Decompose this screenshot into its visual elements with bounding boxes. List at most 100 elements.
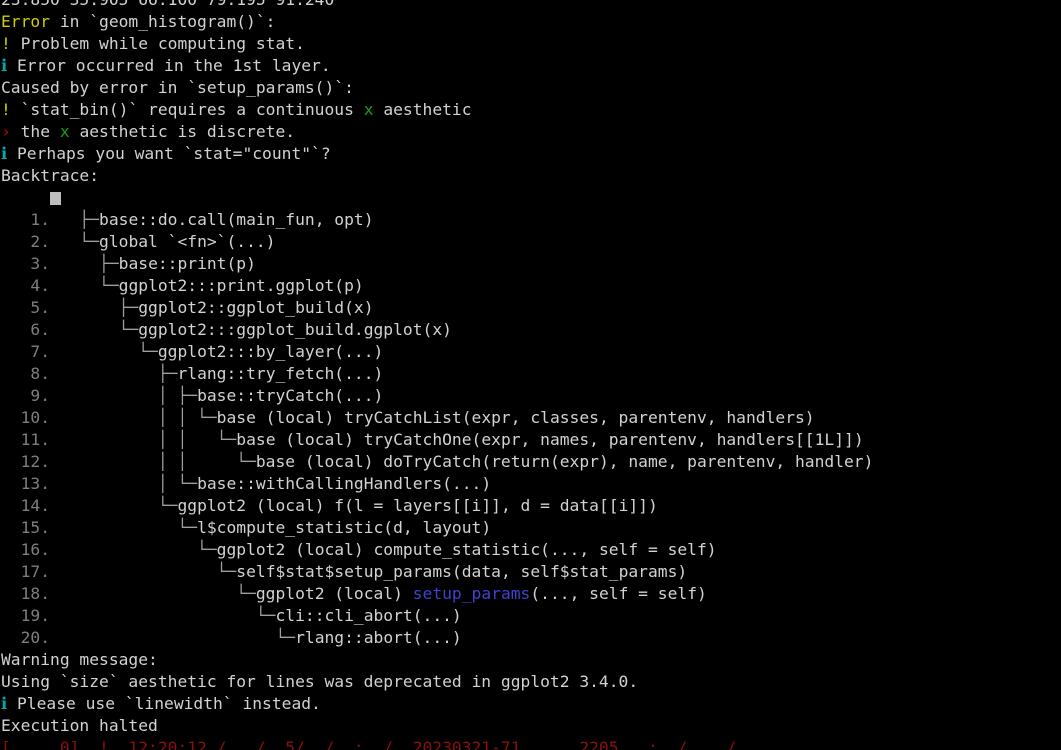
backtrace-frame: 6. └─ggplot2:::ggplot_build.ggplot(x) bbox=[0, 319, 1061, 341]
backtrace-frame-number: 3. bbox=[1, 254, 60, 273]
backtrace-frame-number: 14. bbox=[1, 496, 60, 515]
terminal-cursor bbox=[50, 192, 62, 205]
backtrace-tree-glyph: │ │ └─ bbox=[59, 452, 256, 471]
backtrace-frame: 19. └─cli::cli_abort(...) bbox=[0, 605, 1061, 627]
backtrace-frame: 2. └─global `<fn>`(...) bbox=[0, 231, 1061, 253]
execution-halted-text: Execution halted bbox=[1, 716, 158, 735]
backtrace-highlight-token: setup_params bbox=[412, 584, 531, 603]
backtrace-frame: 14. └─ggplot2 (local) f(l = layers[[i]],… bbox=[0, 495, 1061, 517]
backtrace-frame: 7. └─ggplot2:::by_layer(...) bbox=[0, 341, 1061, 363]
warning-bang-icon: ! bbox=[1, 34, 11, 53]
info-row-2: ℹ Perhaps you want `stat="count"`? bbox=[0, 143, 1061, 165]
backtrace-frame-number: 1. bbox=[1, 210, 60, 229]
backtrace-tree-glyph: │ └─ bbox=[59, 474, 198, 493]
warning-header-row: Warning message: bbox=[0, 649, 1061, 671]
aesthetic-x-token: x bbox=[363, 100, 374, 119]
backtrace-tree-glyph: └─ bbox=[59, 606, 276, 625]
backtrace-frame: 16. └─ggplot2 (local) compute_statistic(… bbox=[0, 539, 1061, 561]
backtrace-frame-number: 15. bbox=[1, 518, 60, 537]
backtrace-frame-number: 12. bbox=[1, 452, 60, 471]
backtrace-frame: 15. └─l$compute_statistic(d, layout) bbox=[0, 517, 1061, 539]
discrete-post: aesthetic is discrete. bbox=[69, 122, 296, 141]
backtrace-frame: 13. │ └─base::withCallingHandlers(...) bbox=[0, 473, 1061, 495]
backtrace-frame-number: 7. bbox=[1, 342, 60, 361]
backtrace-frame-text: ggplot2 (local) f(l = layers[[i]], d = d… bbox=[177, 496, 658, 515]
error-header-row: Error in `geom_histogram()`: bbox=[0, 11, 1061, 33]
backtrace-frame-number: 19. bbox=[1, 606, 60, 625]
terminal-screen: 23.850 35.905 66.100 79.195 91.240 Error… bbox=[0, 0, 1061, 750]
cursor-row bbox=[0, 187, 1061, 209]
backtrace-tree-glyph: │ │ └─ bbox=[59, 430, 237, 449]
backtrace-frame: 20. └─rlang::abort(...) bbox=[0, 627, 1061, 649]
backtrace-tree-glyph: │ │ └─ bbox=[59, 408, 217, 427]
discrete-pre: the bbox=[10, 122, 60, 141]
stat-bin-pre: `stat_bin()` requires a continuous bbox=[10, 100, 364, 119]
warning-bang-icon: ! bbox=[1, 100, 11, 119]
backtrace-frame-text: rlang::abort(...) bbox=[295, 628, 462, 647]
problem-text: Problem while computing stat. bbox=[10, 34, 305, 53]
log-tail-text: [ 0] ! 12:20:12 / / 5/ / : / 20230321-71… bbox=[1, 738, 737, 750]
backtrace-frame-text: ggplot2 (local) bbox=[255, 584, 413, 603]
backtrace-frame-text: base::print(p) bbox=[118, 254, 256, 273]
data-values-row: 23.850 35.905 66.100 79.195 91.240 bbox=[0, 0, 1061, 11]
backtrace-tree-glyph: ├─ bbox=[59, 210, 100, 229]
backtrace-frame-text: (..., self = self) bbox=[530, 584, 707, 603]
caused-by-row: Caused by error in `setup_params()`: bbox=[0, 77, 1061, 99]
backtrace-frame-number: 9. bbox=[1, 386, 60, 405]
backtrace-frame: 3. ├─base::print(p) bbox=[0, 253, 1061, 275]
backtrace-tree-glyph: └─ bbox=[59, 320, 139, 339]
warning-body-text: Using `size` aesthetic for lines was dep… bbox=[1, 672, 639, 691]
backtrace-frame-text: ggplot2:::by_layer(...) bbox=[157, 342, 384, 361]
stat-bin-post: aesthetic bbox=[373, 100, 472, 119]
backtrace-tree-glyph: └─ bbox=[59, 342, 158, 361]
stat-bin-row: ! `stat_bin()` requires a continuous x a… bbox=[0, 99, 1061, 121]
warning-header-text: Warning message: bbox=[1, 650, 158, 669]
backtrace-frame-text: base::withCallingHandlers(...) bbox=[197, 474, 492, 493]
backtrace-frame-text: ggplot2 (local) compute_statistic(..., s… bbox=[216, 540, 717, 559]
warning-info-text: Please use `linewidth` instead. bbox=[7, 694, 321, 713]
backtrace-frame-text: ggplot2:::print.ggplot(p) bbox=[118, 276, 364, 295]
backtrace-tree-glyph: ├─ bbox=[59, 254, 119, 273]
backtrace-tree-glyph: └─ bbox=[59, 540, 217, 559]
backtrace-frame-text: l$compute_statistic(d, layout) bbox=[197, 518, 492, 537]
backtrace-frame-number: 11. bbox=[1, 430, 60, 449]
backtrace-tree-glyph: └─ bbox=[59, 496, 178, 515]
backtrace-frame-text: base::do.call(main_fun, opt) bbox=[99, 210, 374, 229]
backtrace-frame: 4. └─ggplot2:::print.ggplot(p) bbox=[0, 275, 1061, 297]
discrete-row: › the x aesthetic is discrete. bbox=[0, 121, 1061, 143]
backtrace-frame: 1. ├─base::do.call(main_fun, opt) bbox=[0, 209, 1061, 231]
backtrace-tree-glyph: └─ bbox=[59, 518, 198, 537]
backtrace-label: Backtrace: bbox=[1, 166, 100, 185]
backtrace-frame-text: base (local) doTryCatch(return(expr), na… bbox=[255, 452, 874, 471]
backtrace-tree-glyph: └─ bbox=[59, 562, 237, 581]
warning-info-row: ℹ Please use `linewidth` instead. bbox=[0, 693, 1061, 715]
backtrace-frame-number: 2. bbox=[1, 232, 60, 251]
backtrace-frame-number: 4. bbox=[1, 276, 60, 295]
backtrace-frame: 12. │ │ └─base (local) doTryCatch(return… bbox=[0, 451, 1061, 473]
backtrace-frame-number: 10. bbox=[1, 408, 60, 427]
backtrace-frame-text: global `<fn>`(...) bbox=[99, 232, 276, 251]
log-tail-row: [ 0] ! 12:20:12 / / 5/ / : / 20230321-71… bbox=[0, 737, 1061, 750]
cursor-leading-space bbox=[1, 188, 50, 207]
warning-body-row: Using `size` aesthetic for lines was dep… bbox=[0, 671, 1061, 693]
backtrace-tree-glyph: ├─ bbox=[59, 298, 139, 317]
info-row-1: ℹ Error occurred in the 1st layer. bbox=[0, 55, 1061, 77]
backtrace-frame: 17. └─self$stat$setup_params(data, self$… bbox=[0, 561, 1061, 583]
backtrace-frame: 5. ├─ggplot2::ggplot_build(x) bbox=[0, 297, 1061, 319]
backtrace-tree-glyph: └─ bbox=[59, 584, 256, 603]
backtrace-frame-number: 13. bbox=[1, 474, 60, 493]
backtrace-tree-glyph: └─ bbox=[59, 276, 119, 295]
backtrace-frame-number: 17. bbox=[1, 562, 60, 581]
caused-by-text: Caused by error in `setup_params()`: bbox=[1, 78, 354, 97]
backtrace-frame-number: 5. bbox=[1, 298, 60, 317]
error-label: Error bbox=[1, 12, 51, 31]
backtrace-frame-text: base::tryCatch(...) bbox=[197, 386, 384, 405]
backtrace-frame-text: ggplot2:::ggplot_build.ggplot(x) bbox=[138, 320, 452, 339]
backtrace-tree-glyph: ├─ bbox=[59, 364, 178, 383]
backtrace-list: 1. ├─base::do.call(main_fun, opt) 2. └─g… bbox=[0, 209, 1061, 649]
backtrace-frame: 10. │ │ └─base (local) tryCatchList(expr… bbox=[0, 407, 1061, 429]
backtrace-frame-number: 18. bbox=[1, 584, 60, 603]
data-values-text: 23.850 35.905 66.100 79.195 91.240 bbox=[1, 0, 334, 9]
backtrace-frame-text: self$stat$setup_params(data, self$stat_p… bbox=[236, 562, 688, 581]
terminal-window[interactable]: 23.850 35.905 66.100 79.195 91.240 Error… bbox=[0, 0, 1061, 750]
